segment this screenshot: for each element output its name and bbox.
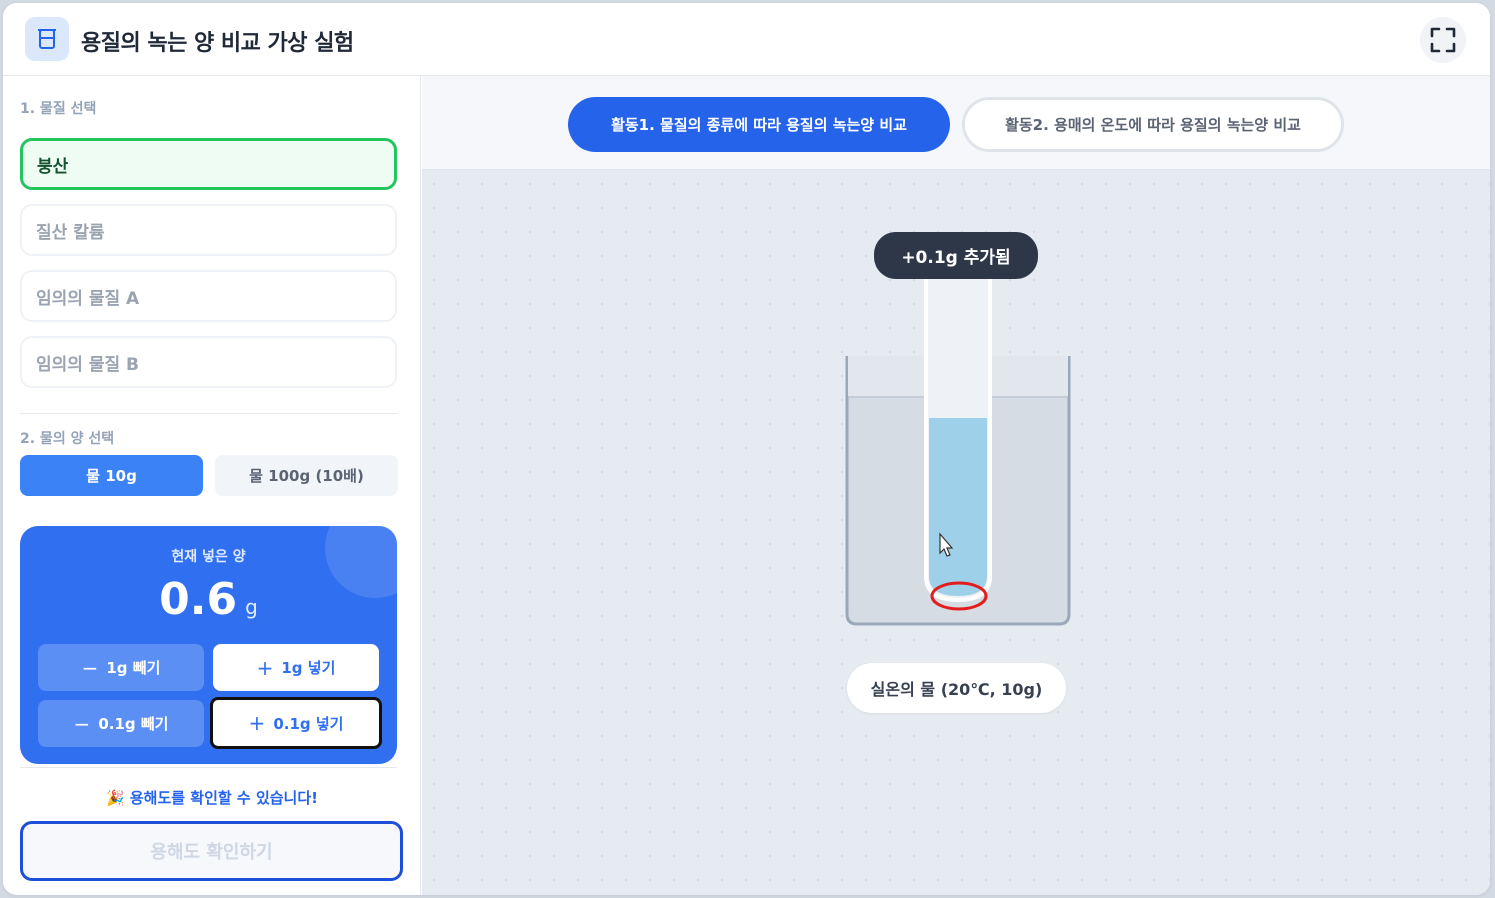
substance-item-b[interactable]: 임의의 물질 B [20,336,397,388]
fullscreen-button[interactable] [1420,17,1466,63]
solubility-note: 🎉 용해도를 확인할 수 있습니다! [105,789,318,807]
substance-item-boric-acid[interactable]: 붕산 [20,138,397,190]
tab-bar: 활동1. 물질의 종류에 따라 용질의 녹는양 비교 활동2. 용매의 온도에 … [422,76,1490,170]
app-window: 용질의 녹는 양 비교 가상 실험 1. 물질 선택 붕산 질산 칼륨 임의의 … [3,3,1490,895]
tab-activity-2[interactable]: 활동2. 용매의 온도에 따라 용질의 녹는양 비교 [962,97,1344,152]
test-tube[interactable] [924,276,992,603]
plus-0.1g-button[interactable]: +0.1g 넣기 [210,697,382,749]
sidebar: 1. 물질 선택 붕산 질산 칼륨 임의의 물질 A 임의의 물질 B 2. 물… [3,76,421,895]
main-area: 활동1. 물질의 종류에 따라 용질의 녹는양 비교 활동2. 용매의 온도에 … [422,76,1490,895]
section-label-water: 2. 물의 양 선택 [20,431,115,447]
minus-icon: − [73,711,91,736]
amount-value: 0.6 g [20,574,397,625]
minus-icon: − [81,655,99,680]
water-100g-button[interactable]: 물 100g (10배) [215,455,398,496]
divider [20,767,397,768]
minus-1g-label: 1g 빼기 [106,659,161,677]
tab-activity-1[interactable]: 활동1. 물질의 종류에 따라 용질의 녹는양 비교 [568,97,950,152]
substance-item-a[interactable]: 임의의 물질 A [20,270,397,322]
plus-1g-label: 1g 넣기 [281,659,336,677]
lab-apparatus [845,276,1071,626]
divider [20,413,397,414]
minus-0.1g-label: 0.1g 빼기 [98,715,169,733]
amount-unit: g [245,595,258,619]
plus-0.1g-label: 0.1g 넣기 [273,714,344,733]
section-label-substance: 1. 물질 선택 [20,101,97,117]
plus-icon: + [256,655,274,680]
amount-label: 현재 넣은 양 [171,549,246,565]
added-tooltip: +0.1g 추가됨 [874,232,1038,279]
water-10g-button[interactable]: 물 10g [20,455,203,496]
water-condition-label: 실온의 물 (20℃, 10g) [847,663,1066,713]
amount-number: 0.6 [159,574,238,625]
beaker-icon [25,17,69,61]
fullscreen-icon [1430,27,1456,53]
check-solubility-button[interactable]: 용해도 확인하기 [20,821,403,881]
page-title: 용질의 녹는 양 비교 가상 실험 [81,31,354,56]
plus-icon: + [248,711,266,735]
minus-1g-button[interactable]: −1g 빼기 [38,644,204,691]
header: 용질의 녹는 양 비교 가상 실험 [3,3,1490,76]
substance-item-potassium-nitrate[interactable]: 질산 칼륨 [20,204,397,256]
minus-0.1g-button[interactable]: −0.1g 빼기 [38,700,204,747]
amount-card: 현재 넣은 양 0.6 g −1g 빼기 +1g 넣기 −0.1g 빼기 +0.1… [20,526,397,764]
plus-1g-button[interactable]: +1g 넣기 [213,644,379,691]
